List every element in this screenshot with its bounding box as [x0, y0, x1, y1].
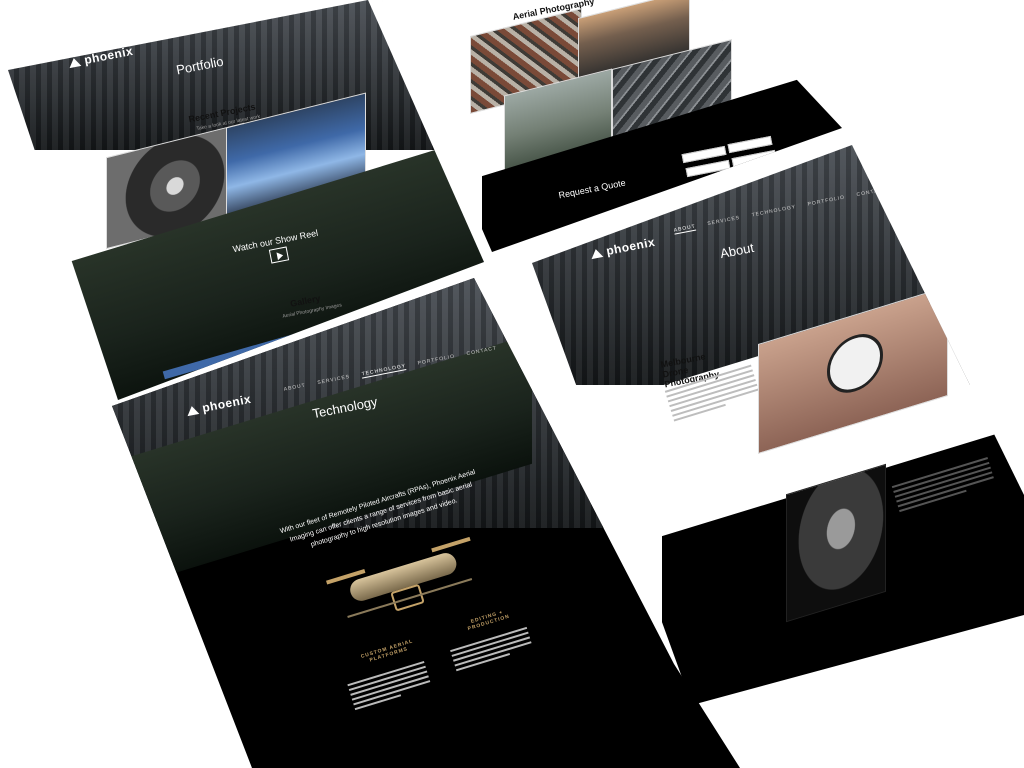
mockup-stage: phoenix Portfolio Recent Projects Take a… [0, 0, 1024, 768]
phoenix-logo-icon [589, 248, 604, 260]
phoenix-logo-icon [67, 57, 82, 69]
feature-editing-production-title: EDITING + PRODUCTION [467, 609, 511, 633]
feature-custom-platforms-text [347, 660, 432, 713]
phoenix-logo-icon [185, 405, 200, 417]
feature-custom-platforms-title: CUSTOM AERIAL PLATFORMS [360, 638, 414, 664]
rooftop-circle-logo-icon [827, 326, 883, 400]
